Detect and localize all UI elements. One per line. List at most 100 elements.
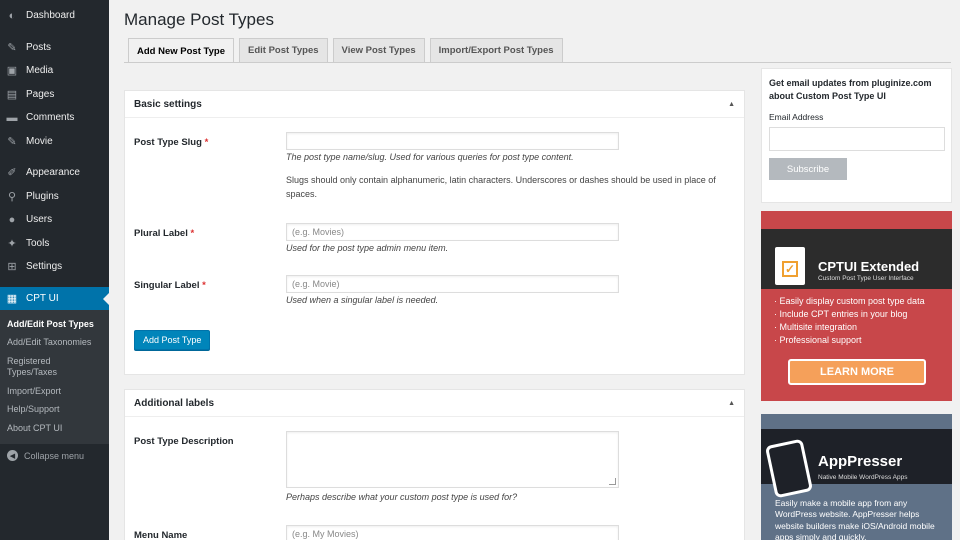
submenu-registered-types-taxes[interactable]: Registered Types/Taxes xyxy=(0,352,70,382)
collapse-up-icon[interactable]: ▲ xyxy=(728,101,735,108)
basic-settings-header[interactable]: Basic settings ▲ xyxy=(125,91,744,118)
sidebar-item-label: Dashboard xyxy=(26,10,75,22)
comments-icon: ▬ xyxy=(6,111,18,124)
tabs-divider xyxy=(124,62,951,63)
required-mark: * xyxy=(190,228,195,239)
sidebar-item-pages[interactable]: ▤ Pages xyxy=(0,83,109,107)
collapse-menu-button[interactable]: ◀ Collapse menu xyxy=(0,444,109,467)
tab-add-new-post-type[interactable]: Add New Post Type xyxy=(128,38,234,63)
collapse-arrow-icon: ◀ xyxy=(7,450,18,462)
tab-view-post-types[interactable]: View Post Types xyxy=(332,38,425,62)
submenu-import-export[interactable]: Import/Export xyxy=(0,382,109,401)
list-item: · Professional support xyxy=(774,335,862,346)
post-type-slug-input[interactable] xyxy=(286,132,619,150)
singular-label-description: Used when a singular label is needed. xyxy=(286,295,439,305)
sidebar-item-media[interactable]: ▣ Media xyxy=(0,59,109,83)
ad-title-band: ✓ CPTUI Extended Custom Post Type User I… xyxy=(761,229,952,289)
sidebar-item-label: Comments xyxy=(26,112,75,124)
ad-subtitle: Native Mobile WordPress Apps xyxy=(818,474,908,481)
sidebar-item-comments[interactable]: ▬ Comments xyxy=(0,106,109,130)
email-signup-widget: Get email updates from pluginize.com abo… xyxy=(761,68,952,203)
add-post-type-button[interactable]: Add Post Type xyxy=(134,330,211,350)
cpt-ui-submenu: Add/Edit Post Types Add/Edit Taxonomies … xyxy=(0,309,109,445)
required-mark: * xyxy=(204,137,209,148)
ad-title: CPTUI Extended xyxy=(818,259,920,274)
ad-title-band: AppPresser Native Mobile WordPress Apps xyxy=(761,429,952,499)
submenu-add-edit-taxonomies[interactable]: Add/Edit Taxonomies xyxy=(0,333,109,352)
ad-feature-list: · Easily display custom post type data ·… xyxy=(774,295,925,347)
sidebar-item-label: Settings xyxy=(26,261,63,273)
post-type-description-textarea[interactable] xyxy=(286,431,619,488)
learn-more-button[interactable]: LEARN MORE xyxy=(788,359,926,385)
required-mark: * xyxy=(202,280,206,291)
sidebar-item-dashboard[interactable]: ◐ Dashboard xyxy=(0,4,109,28)
plural-label-text: Plural Label xyxy=(134,228,188,239)
sidebar-item-tools[interactable]: ✦ Tools xyxy=(0,232,109,256)
tab-import-export-post-types[interactable]: Import/Export Post Types xyxy=(429,38,563,62)
checkmark-icon: ✓ xyxy=(782,261,798,277)
sidebar-item-label: Posts xyxy=(26,41,52,53)
menu-name-input[interactable]: (e.g. My Movies) xyxy=(286,525,619,540)
pages-icon: ▤ xyxy=(6,88,18,101)
apppresser-ad[interactable]: AppPresser Native Mobile WordPress Apps … xyxy=(761,414,952,540)
email-signup-title: Get email updates from pluginize.com abo… xyxy=(769,78,932,102)
dashboard-icon: ◐ xyxy=(8,9,16,22)
collapse-menu-label: Collapse menu xyxy=(24,450,85,461)
brush-icon: ✐ xyxy=(7,167,17,180)
collapse-up-icon[interactable]: ▲ xyxy=(728,400,735,407)
sidebar-item-plugins[interactable]: ⚲ Plugins xyxy=(0,185,109,209)
basic-settings-title: Basic settings xyxy=(134,98,202,110)
singular-label-text: Singular Label xyxy=(134,280,200,291)
post-type-description-help: Perhaps describe what your custom post t… xyxy=(286,492,518,502)
sidebar-item-users[interactable]: ● Users xyxy=(0,208,109,232)
pin-icon: ✎ xyxy=(7,135,17,148)
ad-subtitle: Custom Post Type User Interface xyxy=(818,275,914,282)
singular-label-input[interactable]: (e.g. Movie) xyxy=(286,275,619,293)
cptui-extended-ad[interactable]: ✓ CPTUI Extended Custom Post Type User I… xyxy=(761,211,952,401)
sidebar-item-label: Appearance xyxy=(26,167,80,179)
subscribe-button[interactable]: Subscribe xyxy=(769,158,847,181)
plural-label-label: Plural Label * xyxy=(134,228,194,239)
post-type-description-label: Post Type Description xyxy=(134,436,234,447)
sidebar-item-label: Users xyxy=(26,214,53,226)
sidebar-item-appearance[interactable]: ✐ Appearance xyxy=(0,161,109,185)
admin-sidebar: ◐ Dashboard ✎ Posts ▣ Media ▤ Pages ▬ Comment… xyxy=(0,0,109,540)
email-address-label: Email Address xyxy=(769,112,824,123)
sidebar-item-label: Movie xyxy=(26,135,53,147)
nav-tabs: Add New Post Type Edit Post Types View P… xyxy=(128,38,563,63)
phone-icon xyxy=(764,438,814,499)
post-type-slug-label: Post Type Slug * xyxy=(134,137,208,148)
tools-icon: ✦ xyxy=(7,237,17,250)
additional-labels-title: Additional labels xyxy=(134,397,215,409)
post-type-slug-note: Slugs should only contain alphanumeric, … xyxy=(286,175,716,199)
sidebar-item-movie[interactable]: ✎ Movie xyxy=(0,130,109,154)
sidebar-item-label: Tools xyxy=(26,237,50,249)
menu-name-label: Menu Name xyxy=(134,530,188,540)
users-icon: ● xyxy=(8,213,16,226)
plural-label-input[interactable]: (e.g. Movies) xyxy=(286,223,619,241)
submenu-help-support[interactable]: Help/Support xyxy=(0,400,109,419)
sidebar-item-cpt-ui[interactable]: ▦ CPT UI xyxy=(0,286,109,310)
email-address-input[interactable] xyxy=(769,127,945,152)
media-icon: ▣ xyxy=(6,65,18,78)
post-type-slug-description: The post type name/slug. Used for variou… xyxy=(286,152,574,162)
tab-edit-post-types[interactable]: Edit Post Types xyxy=(238,38,328,62)
sidebar-item-label: Media xyxy=(26,65,54,77)
document-check-icon: ✓ xyxy=(775,247,805,285)
ad-body-text: Easily make a mobile app from any WordPr… xyxy=(775,498,935,540)
additional-labels-header[interactable]: Additional labels ▲ xyxy=(125,390,744,417)
cptui-icon: ▦ xyxy=(6,292,18,305)
sidebar-item-settings[interactable]: ⊞ Settings xyxy=(0,255,109,279)
pin-icon: ✎ xyxy=(7,41,17,54)
page-title: Manage Post Types xyxy=(124,10,274,29)
settings-icon: ⊞ xyxy=(7,261,17,274)
sidebar-item-label: Plugins xyxy=(26,190,59,202)
sidebar-item-posts[interactable]: ✎ Posts xyxy=(0,36,109,60)
submenu-about-cpt-ui[interactable]: About CPT UI xyxy=(0,419,109,438)
basic-settings-box: Basic settings ▲ Post Type Slug * The po… xyxy=(124,90,745,375)
plural-label-description: Used for the post type admin menu item. xyxy=(286,243,449,253)
post-type-slug-label-text: Post Type Slug xyxy=(134,137,202,148)
submenu-add-edit-post-types[interactable]: Add/Edit Post Types xyxy=(0,315,109,334)
list-item: · Include CPT entries in your blog xyxy=(774,309,908,320)
singular-label-label: Singular Label * xyxy=(134,280,206,291)
